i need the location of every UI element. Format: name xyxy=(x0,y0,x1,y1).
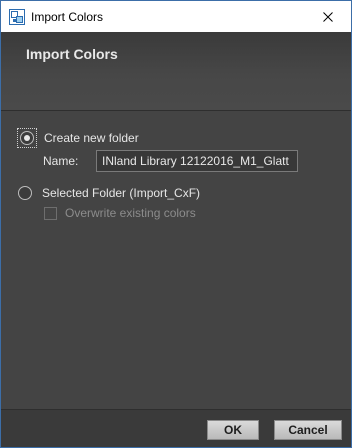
window-title: Import Colors xyxy=(31,10,104,24)
header-title: Import Colors xyxy=(26,46,118,62)
color-import-icon xyxy=(9,9,25,25)
radio-create-new-folder[interactable]: Create new folder xyxy=(20,131,139,145)
dialog-header: Import Colors xyxy=(1,32,351,110)
overwrite-existing-label: Overwrite existing colors xyxy=(65,206,196,220)
overwrite-existing-checkbox xyxy=(44,206,57,220)
radio-button-selected[interactable] xyxy=(20,131,34,145)
close-button[interactable] xyxy=(305,1,351,32)
radio-button-unselected[interactable] xyxy=(18,186,32,200)
name-label: Name: xyxy=(43,154,79,168)
close-icon xyxy=(323,11,333,22)
folder-name-input[interactable] xyxy=(96,150,298,172)
radio-selected-folder[interactable]: Selected Folder (Import_CxF) xyxy=(18,186,200,200)
cancel-button[interactable]: Cancel xyxy=(274,420,342,440)
selected-folder-label: Selected Folder (Import_CxF) xyxy=(42,186,201,200)
dialog-footer: OK Cancel xyxy=(1,409,351,447)
overwrite-existing-checkbox-row: Overwrite existing colors xyxy=(44,206,196,220)
import-colors-dialog: Import Colors Import Colors Create new f… xyxy=(0,0,352,448)
title-bar[interactable]: Import Colors xyxy=(1,1,351,32)
create-new-folder-label: Create new folder xyxy=(44,131,139,145)
ok-button[interactable]: OK xyxy=(207,420,259,440)
